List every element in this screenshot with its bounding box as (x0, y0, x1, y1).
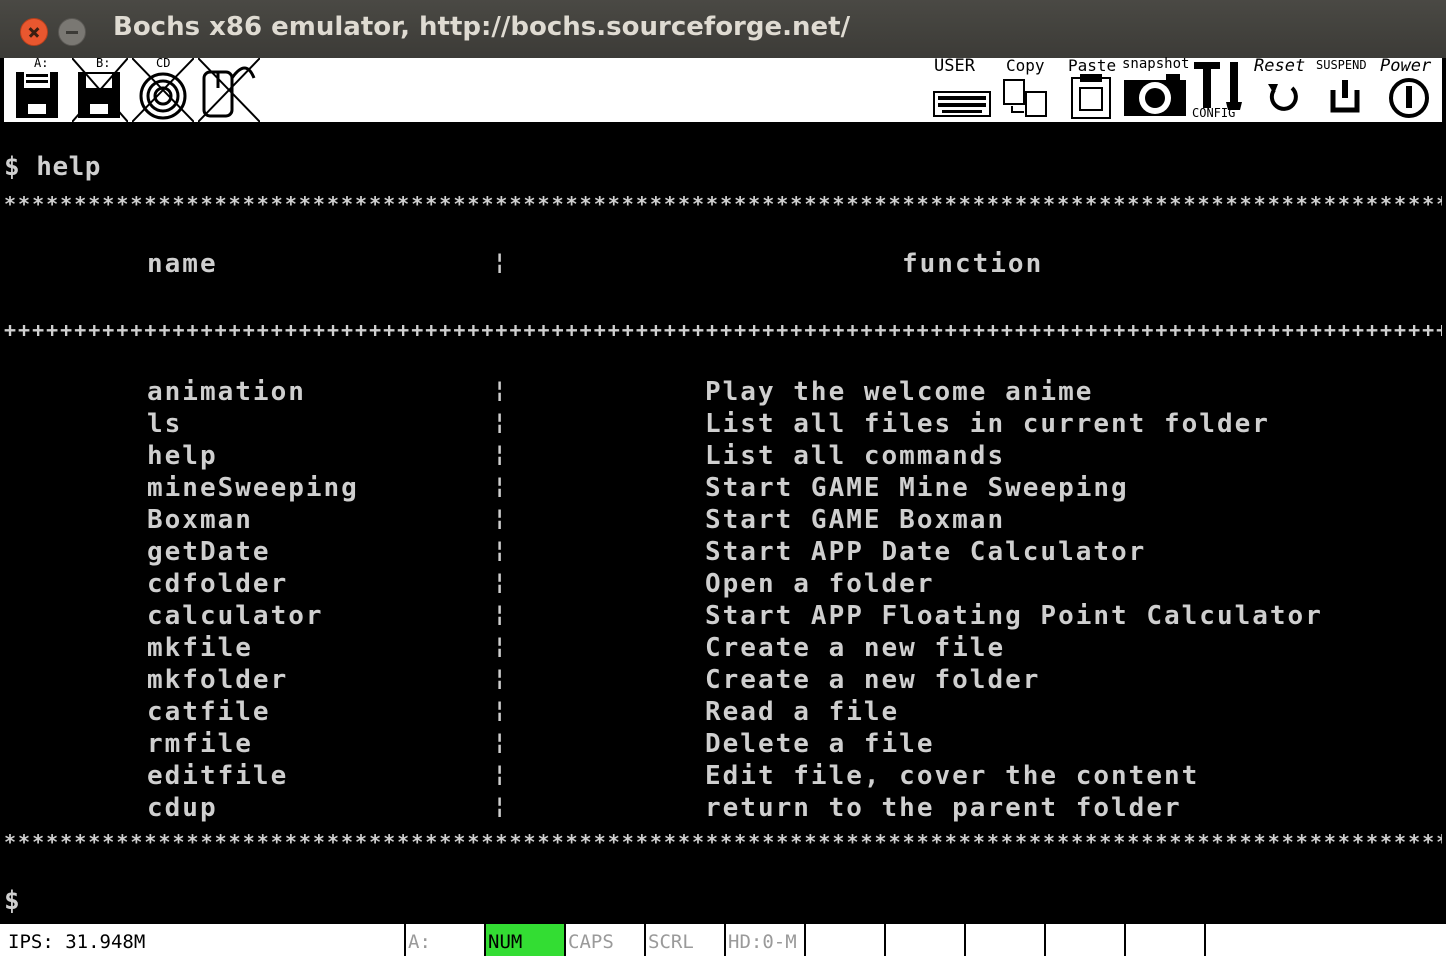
command-function: Create a new file (705, 633, 1006, 663)
scroll-lock-indicator: SCRL (644, 924, 724, 956)
status-slot-8 (964, 924, 1044, 956)
command-function: Create a new folder (705, 665, 1041, 695)
floppy-disabled-icon (72, 58, 128, 122)
close-icon[interactable] (20, 18, 48, 46)
window-title: Bochs x86 emulator, http://bochs.sourcef… (113, 12, 851, 42)
column-separator: ¦ (493, 730, 507, 755)
terminal-screen[interactable]: $ help *********************************… (4, 122, 1442, 924)
command-name: Boxman (147, 505, 253, 535)
command-function: Read a file (705, 697, 900, 727)
column-separator: ¦ (493, 506, 507, 531)
command-function: return to the parent folder (705, 793, 1182, 823)
prompt: $ (4, 886, 21, 916)
mouse-button[interactable] (198, 58, 260, 122)
reset-icon (1268, 84, 1298, 111)
paste-button[interactable]: Paste (1066, 56, 1120, 122)
status-slot-6 (804, 924, 884, 956)
num-lock-indicator: NUM (484, 924, 564, 956)
column-separator: ¦ (493, 442, 507, 467)
power-button[interactable]: Power (1376, 56, 1442, 122)
header-function: function (902, 249, 1044, 279)
window-titlebar: Bochs x86 emulator, http://bochs.sourcef… (0, 0, 1446, 58)
command-name: catfile (147, 697, 271, 727)
floppy-icon (16, 72, 58, 118)
reset-button[interactable]: Reset (1254, 56, 1316, 122)
command-name: mkfile (147, 633, 253, 663)
command-name: help (147, 441, 218, 471)
command-name: cdfolder (147, 569, 289, 599)
header-name: name (147, 249, 218, 279)
command-function: Edit file, cover the content (705, 761, 1200, 791)
suspend-button[interactable]: SUSPEND (1316, 58, 1384, 122)
stars-divider-top: ****************************************… (4, 192, 1442, 216)
floppy-a-button[interactable]: A: (12, 56, 64, 122)
header-separator: ¦ (493, 250, 507, 275)
column-separator: ¦ (493, 570, 507, 595)
command-function: List all files in current folder (705, 409, 1270, 439)
copy-button[interactable]: Copy (1000, 56, 1054, 122)
column-separator: ¦ (493, 634, 507, 659)
ips-readout: IPS: 31.948M (8, 931, 146, 953)
column-separator: ¦ (493, 602, 507, 627)
command-name: rmfile (147, 729, 253, 759)
command-name: mkfolder (147, 665, 289, 695)
command-name: cdup (147, 793, 218, 823)
command-name: mineSweeping (147, 473, 359, 503)
cdrom-button[interactable]: CD (132, 56, 194, 122)
status-slot-7 (884, 924, 964, 956)
column-separator: ¦ (493, 762, 507, 787)
command-function: Delete a file (705, 729, 935, 759)
status-bar: IPS: 31.948M A: NUM CAPS SCRL HD:0-M (0, 924, 1446, 956)
command-function: Play the welcome anime (705, 377, 1094, 407)
command-function: Start GAME Mine Sweeping (705, 473, 1129, 503)
column-separator: ¦ (493, 410, 507, 435)
status-slot-9 (1044, 924, 1124, 956)
mouse-disabled-icon (198, 58, 260, 122)
keyboard-icon (933, 91, 991, 117)
floppy-b-button[interactable]: B: (72, 56, 128, 122)
command-function: Open a folder (705, 569, 935, 599)
drive-indicator: A: (404, 924, 484, 956)
user-button[interactable]: USER (932, 56, 994, 122)
column-separator: ¦ (493, 794, 507, 819)
column-separator: ¦ (493, 378, 507, 403)
column-separator: ¦ (493, 474, 507, 499)
paste-icon (1071, 74, 1111, 119)
status-slot-11 (1204, 924, 1446, 956)
copy-icon (1003, 79, 1047, 117)
command-line: $ help (4, 152, 101, 182)
command-name: ls (147, 409, 183, 439)
command-name: calculator (147, 601, 324, 631)
caps-lock-indicator: CAPS (564, 924, 644, 956)
snapshot-button[interactable]: snapshot (1122, 56, 1192, 122)
command-function: List all commands (705, 441, 1006, 471)
command-function: Start GAME Boxman (705, 505, 1006, 535)
column-separator: ¦ (493, 698, 507, 723)
bochs-toolbar: A: B: CD USER Copy Paste snapshot CONFIG… (4, 56, 1442, 122)
command-function: Start APP Floating Point Calculator (705, 601, 1323, 631)
command-name: getDate (147, 537, 271, 567)
config-label: CONFIG (1192, 106, 1236, 120)
cdrom-disabled-icon (132, 58, 194, 122)
command-name: animation (147, 377, 306, 407)
hd-indicator: HD:0-M (724, 924, 804, 956)
power-icon (1389, 78, 1429, 118)
command-function: Start APP Date Calculator (705, 537, 1147, 567)
stars-divider-bottom: ****************************************… (4, 830, 1442, 854)
status-slot-10 (1124, 924, 1204, 956)
minimize-icon[interactable] (58, 18, 86, 46)
camera-icon (1124, 74, 1186, 116)
plus-divider: ++++++++++++++++++++++++++++++++++++++++… (4, 318, 1442, 342)
suspend-icon (1330, 80, 1360, 113)
column-separator: ¦ (493, 538, 507, 563)
command-name: editfile (147, 761, 289, 791)
config-button[interactable]: CONFIG (1192, 58, 1252, 122)
column-separator: ¦ (493, 666, 507, 691)
